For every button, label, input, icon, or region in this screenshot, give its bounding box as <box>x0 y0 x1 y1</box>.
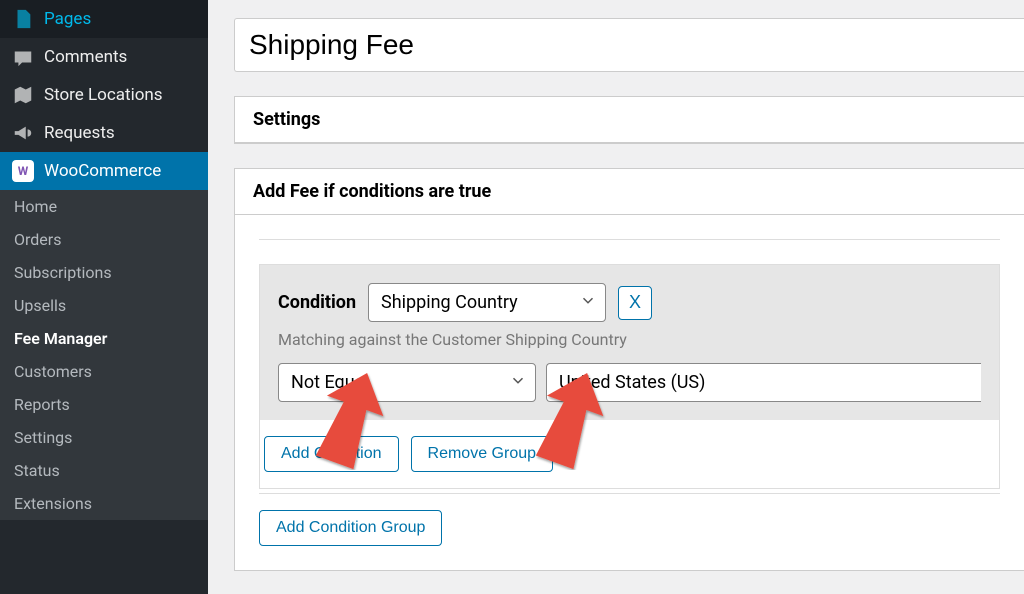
remove-group-button[interactable]: Remove Group <box>411 436 554 472</box>
comment-icon <box>12 46 34 68</box>
condition-field-value: Shipping Country <box>381 292 518 313</box>
subnav-fee-manager[interactable]: Fee Manager <box>0 322 208 355</box>
subnav-upsells[interactable]: Upsells <box>0 289 208 322</box>
condition-label: Condition <box>278 292 356 313</box>
sidebar-item-pages[interactable]: Pages <box>0 0 208 38</box>
sidebar-item-requests[interactable]: Requests <box>0 114 208 152</box>
subnav-home[interactable]: Home <box>0 190 208 223</box>
settings-heading: Settings <box>235 97 1024 143</box>
admin-sidebar: Pages Comments Store Locations Requests … <box>0 0 208 594</box>
condition-field-select[interactable]: Shipping Country <box>368 283 606 322</box>
condition-value-select[interactable]: United States (US) <box>546 363 981 402</box>
conditions-panel: Add Fee if conditions are true Condition… <box>234 168 1024 571</box>
sidebar-item-label: Comments <box>44 47 127 67</box>
woocommerce-subnav: Home Orders Subscriptions Upsells Fee Ma… <box>0 190 208 520</box>
subnav-reports[interactable]: Reports <box>0 388 208 421</box>
condition-operator-value: Not Equal <box>291 372 369 393</box>
sidebar-item-label: WooCommerce <box>44 161 161 181</box>
chevron-down-icon <box>509 371 527 394</box>
sidebar-item-label: Store Locations <box>44 85 163 105</box>
remove-condition-button[interactable]: X <box>618 286 652 320</box>
subnav-customers[interactable]: Customers <box>0 355 208 388</box>
subnav-subscriptions[interactable]: Subscriptions <box>0 256 208 289</box>
subnav-status[interactable]: Status <box>0 454 208 487</box>
map-icon <box>12 84 34 106</box>
subnav-extensions[interactable]: Extensions <box>0 487 208 520</box>
chevron-down-icon <box>579 291 597 314</box>
subnav-settings[interactable]: Settings <box>0 421 208 454</box>
subnav-orders[interactable]: Orders <box>0 223 208 256</box>
woocommerce-icon: W <box>12 160 34 182</box>
main-content: Settings Add Fee if conditions are true … <box>208 0 1024 594</box>
settings-panel: Settings <box>234 96 1024 144</box>
sidebar-item-woocommerce[interactable]: W WooCommerce <box>0 152 208 190</box>
sidebar-item-store-locations[interactable]: Store Locations <box>0 76 208 114</box>
conditions-heading: Add Fee if conditions are true <box>235 169 1024 215</box>
sidebar-item-label: Pages <box>44 9 91 29</box>
sidebar-item-label: Requests <box>44 123 115 143</box>
condition-group: Condition Shipping Country X Matching ag… <box>259 264 1000 489</box>
megaphone-icon <box>12 122 34 144</box>
fee-title-input[interactable] <box>234 18 1024 72</box>
sidebar-item-comments[interactable]: Comments <box>0 38 208 76</box>
add-condition-button[interactable]: Add Condition <box>264 436 399 472</box>
condition-hint: Matching against the Customer Shipping C… <box>278 330 981 349</box>
condition-operator-select[interactable]: Not Equal <box>278 363 536 402</box>
add-condition-group-button[interactable]: Add Condition Group <box>259 510 442 546</box>
condition-value: United States (US) <box>559 372 705 393</box>
pages-icon <box>12 8 34 30</box>
